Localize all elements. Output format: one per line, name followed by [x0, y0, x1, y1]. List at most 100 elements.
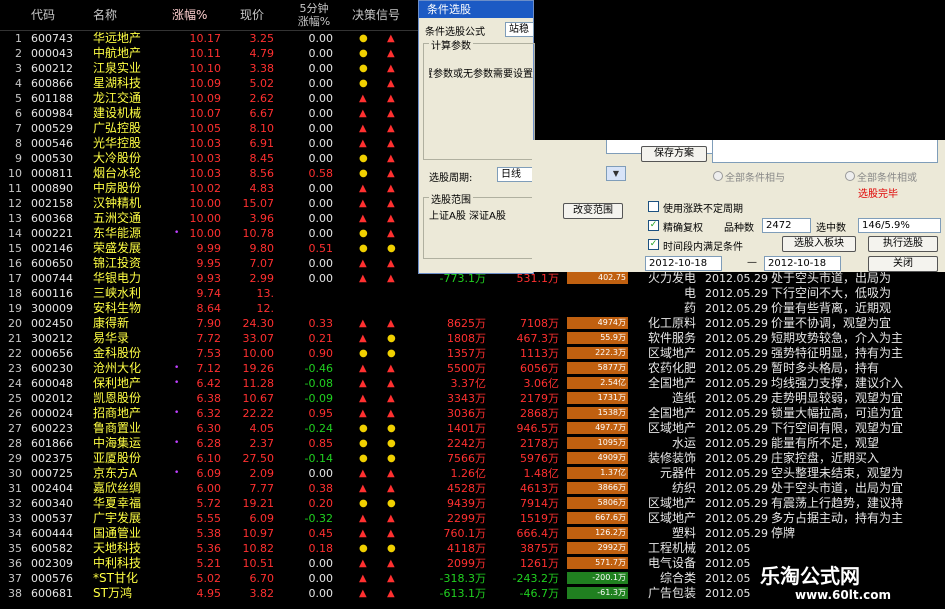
table-row[interactable]: 19 300009 安科生物 8.64 12. 药 2012.05.29 价量有些背离，近期观 [0, 301, 945, 316]
cell-num: 38 [8, 587, 22, 600]
table-row[interactable]: 21 300212 易华录 7.72 33.07 0.21 1808万 467.3万 软件服务 2… [0, 331, 945, 346]
cell-code: 600650 [31, 257, 73, 270]
table-row[interactable]: 30 000725 京东方A • 6.09 2.09 0.00 1.26亿 1.48亿 元器件 20… [0, 466, 945, 481]
cell-name: 易华录 [93, 331, 130, 345]
table-row[interactable]: 34 600444 国通管业 5.38 10.97 0.45 760.1万 666.4万 塑料 2… [0, 526, 945, 541]
cell-volume-bar: 1.37亿 [567, 467, 628, 479]
cell-price: 7.77 [249, 482, 275, 495]
dialog-title[interactable]: 条件选股 [419, 1, 533, 18]
stock-count-label: 品种数 [724, 223, 754, 234]
cell-ind: 全国地产 [647, 376, 696, 390]
signal-up-arrow-icon: ▲ [387, 168, 395, 179]
signal-up-arrow-icon: ▲ [359, 198, 367, 209]
cell-code: 000024 [31, 407, 73, 420]
col-name-header[interactable]: 名称 [93, 0, 117, 30]
cell-volume-bar: 497.7万 [567, 422, 628, 434]
cell-code: 000537 [31, 512, 73, 525]
cell-a1: 3.37亿 [450, 377, 487, 390]
cell-m5: 0.00 [308, 272, 334, 285]
col-5min-header[interactable]: 5分钟 涨幅% [290, 2, 338, 28]
cell-price: 3.38 [249, 62, 275, 75]
radio-or[interactable] [845, 171, 855, 181]
signal-up-arrow-icon: ▲ [387, 63, 395, 74]
cell-price: 6.09 [249, 512, 275, 525]
cell-code: 600048 [31, 377, 73, 390]
table-row[interactable]: 18 600116 三峡水利 9.74 13. 电 2012.05.29 下行空间不大，低吸为 [0, 286, 945, 301]
change-range-button[interactable]: 改变范围 [563, 203, 623, 219]
table-row[interactable]: 35 600582 天地科技 5.36 10.82 0.18 4118万 3875万 工程机械 2… [0, 541, 945, 556]
dialog-right-panel: ▼ 保存方案 全部条件相与 全部条件相或 选股完毕 改变范围 使用涨跌不定周期 … [532, 140, 945, 272]
cell-date: 2012.05.29 [705, 362, 768, 375]
signal-up-arrow-icon: ▲ [359, 483, 367, 494]
cell-a1: 2299万 [447, 512, 486, 525]
table-row[interactable]: 23 600230 沧州大化 • 7.12 19.26 -0.46 5500万 6056万 农药化… [0, 361, 945, 376]
to-block-button[interactable]: 选股入板块 [782, 236, 856, 252]
stock-screener-dialog: 条件选股 条件选股公式 站稳 计算参数 本公式不需要设置参数或无参数需要设置 选… [418, 0, 535, 274]
cell-m5: 0.00 [308, 257, 334, 270]
run-screener-button[interactable]: 执行选股 [868, 236, 938, 252]
signal-up-arrow-icon: ▲ [387, 213, 395, 224]
cell-date: 2012.05.29 [705, 497, 768, 510]
cell-m5: 0.38 [308, 482, 334, 495]
signal-circle-icon: ● [359, 78, 368, 89]
signal-circle-icon: ● [359, 63, 368, 74]
adjust-checkbox[interactable]: ✓ [648, 220, 659, 231]
table-row[interactable]: 24 600048 保利地产 • 6.42 11.28 -0.08 3.37亿 3.06亿 全国地… [0, 376, 945, 391]
cell-price: 6.67 [249, 107, 275, 120]
signal-up-arrow-icon: ▲ [387, 408, 395, 419]
cell-name: 安科生物 [93, 301, 142, 315]
save-plan-button[interactable]: 保存方案 [641, 146, 707, 162]
signal-up-arrow-icon: ▲ [387, 183, 395, 194]
irregular-checkbox[interactable] [648, 201, 659, 212]
table-row[interactable]: 26 000024 招商地产 • 6.32 22.22 0.95 3036万 2868万 全国地产… [0, 406, 945, 421]
signal-up-arrow-icon: ▲ [359, 93, 367, 104]
col-signal-header[interactable]: 决策信号 [352, 0, 400, 30]
table-row[interactable]: 29 002375 亚厦股份 6.10 27.50 -0.14 7566万 5976万 装修装饰… [0, 451, 945, 466]
col-code-header[interactable]: 代码 [31, 0, 55, 30]
cell-m5: -0.32 [304, 512, 333, 525]
cell-num: 36 [8, 557, 22, 570]
cell-chg: 9.93 [196, 272, 222, 285]
cell-volume-bar: 4974万 [567, 317, 628, 329]
close-button[interactable]: 关闭 [868, 256, 938, 272]
table-row[interactable]: 33 000537 广宇发展 5.55 6.09 -0.32 2299万 1519万 区域地产 2… [0, 511, 945, 526]
table-row[interactable]: 32 600340 华夏幸福 5.72 19.21 0.20 9439万 7914万 区域地产 2… [0, 496, 945, 511]
cell-price: 10.00 [242, 347, 275, 360]
cell-ind: 软件服务 [647, 331, 696, 345]
cell-m5: -0.14 [304, 452, 333, 465]
cell-a1: 760.1万 [443, 527, 487, 540]
params-text: 本公式不需要设置参数或无参数需要设置 [429, 69, 533, 80]
table-row[interactable]: 28 601866 中海集运 • 6.28 2.37 0.85 2242万 2178万 水运 201… [0, 436, 945, 451]
cell-chg: 10.02 [189, 182, 222, 195]
table-row[interactable]: 31 002404 嘉欣丝绸 6.00 7.77 0.38 4528万 4613万 纺织 2012… [0, 481, 945, 496]
signal-circle-icon: ● [387, 243, 396, 254]
signal-up-arrow-icon: ▲ [387, 228, 395, 239]
cell-m5: 0.00 [308, 47, 334, 60]
cell-name: 中房股份 [93, 181, 142, 195]
table-row[interactable]: 27 600223 鲁商置业 6.30 4.05 -0.24 1401万 946.5万 区域地产… [0, 421, 945, 436]
cell-code: 600743 [31, 32, 73, 45]
formula-label: 条件选股公式 [425, 27, 485, 38]
time-range-checkbox[interactable]: ✓ [648, 239, 659, 250]
table-row[interactable]: 20 002450 康得新 7.90 24.30 0.33 8625万 7108万 化工原料 20… [0, 316, 945, 331]
col-price-header[interactable]: 现价 [240, 0, 264, 30]
cell-name: 中利科技 [93, 556, 142, 570]
cell-m5: 0.00 [308, 62, 334, 75]
col-change-header[interactable]: 涨幅% [172, 0, 207, 30]
cell-comm: 处于空头市道，出局为 [771, 271, 892, 285]
selected-field: 146/5.9% [858, 218, 941, 233]
table-row[interactable]: 25 002012 凯恩股份 6.38 10.67 -0.09 3343万 2179万 造纸 20… [0, 391, 945, 406]
chevron-down-icon[interactable]: ▼ [606, 166, 626, 181]
signal-up-arrow-icon: ▲ [359, 138, 367, 149]
period-select[interactable]: 日线 [497, 167, 534, 182]
radio-and[interactable] [713, 171, 723, 181]
signal-up-arrow-icon: ▲ [387, 588, 395, 599]
date-from-field[interactable]: 2012-10-18 [645, 256, 722, 271]
date-to-field[interactable]: 2012-10-18 [764, 256, 841, 271]
signal-up-arrow-icon: ▲ [387, 483, 395, 494]
formula-select[interactable]: 站稳 [505, 22, 534, 37]
cell-price: 19.21 [242, 497, 275, 510]
table-row[interactable]: 22 000656 金科股份 7.53 10.00 0.90 1357万 1113万 区域地产 2… [0, 346, 945, 361]
blank-area [532, 0, 945, 140]
signal-circle-icon: ● [359, 228, 368, 239]
